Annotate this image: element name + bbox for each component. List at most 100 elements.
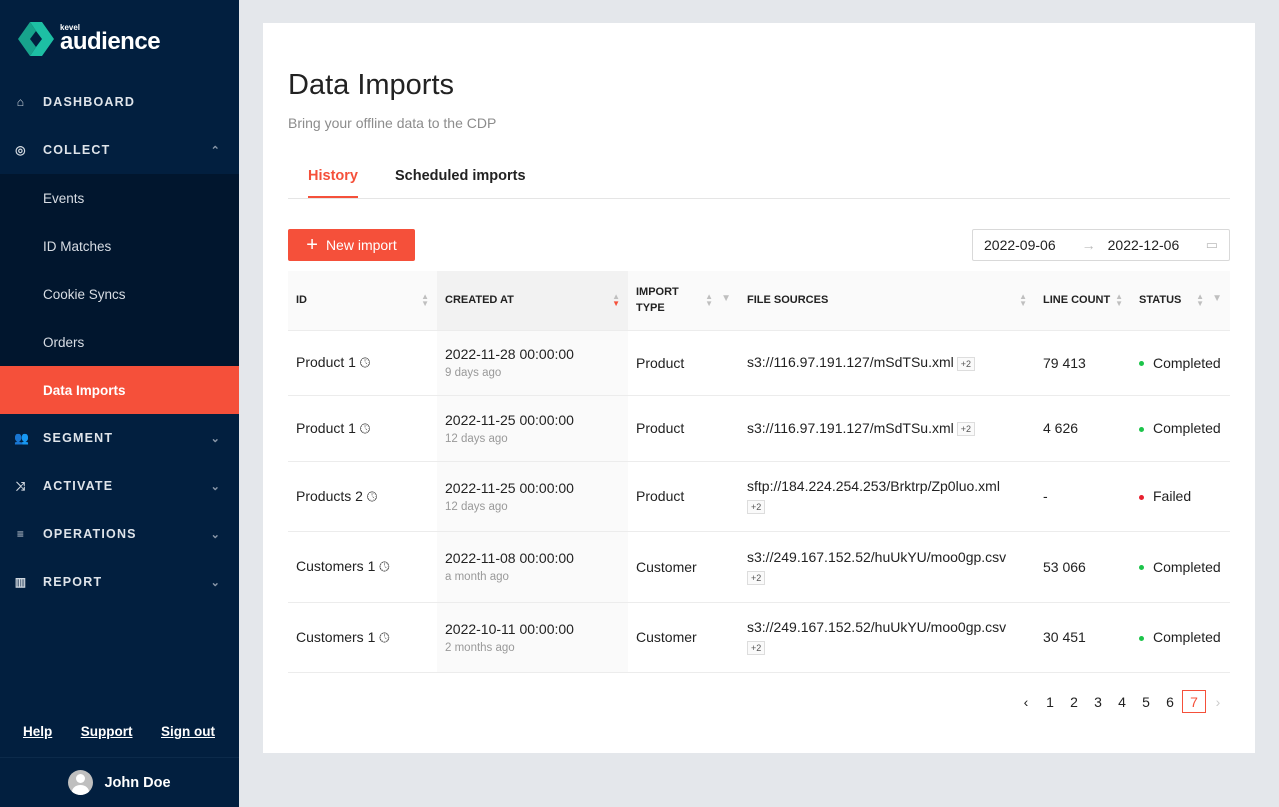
table-row[interactable]: Product 1 🕓︎ 2022-11-25 00:00:00 12 days …: [288, 395, 1230, 462]
sidebar: kevel audience ⌂ DASHBOARD ◎ COLLECT ⌃ Events I…: [0, 0, 239, 807]
cell-created-at: 2022-11-08 00:00:00 a month ago: [437, 531, 628, 603]
cell-status: Completed: [1131, 602, 1230, 673]
nav-label: ACTIVATE: [43, 479, 114, 493]
status-label: Completed: [1153, 354, 1221, 371]
user-profile[interactable]: John Doe: [0, 757, 239, 807]
clock-icon[interactable]: 🕓︎: [367, 489, 377, 504]
sort-icon[interactable]: ▲ ▼: [705, 293, 713, 308]
table-row[interactable]: Products 2 🕓︎ 2022-11-25 00:00:00 12 days…: [288, 461, 1230, 532]
page-5[interactable]: 5: [1134, 690, 1158, 713]
more-sources-badge[interactable]: +2: [956, 422, 976, 437]
tabs: History Scheduled imports: [288, 158, 1230, 199]
date-range-picker[interactable]: 2022-09-06 → 2022-12-06 ▭: [972, 229, 1230, 261]
header-label: FILE SOURCES: [747, 294, 829, 307]
nav-item-dashboard[interactable]: ⌂ DASHBOARD: [0, 78, 239, 126]
cell-id: Products 2 🕓︎: [288, 461, 437, 532]
cell-status: Completed: [1131, 531, 1230, 603]
prev-page-icon[interactable]: ‹: [1014, 690, 1038, 713]
cell-status: Completed: [1131, 330, 1230, 396]
nav-label: COLLECT: [43, 143, 111, 157]
cell-id: Product 1 🕓︎: [288, 330, 437, 396]
tab-scheduled-imports[interactable]: Scheduled imports: [395, 168, 526, 184]
import-id: Products 2: [296, 487, 363, 504]
sidebar-item-events[interactable]: Events: [0, 174, 239, 222]
column-import-type[interactable]: IMPORT TYPE ▲ ▼ ▼: [628, 271, 739, 331]
sidebar-item-data-imports[interactable]: Data Imports: [0, 366, 239, 414]
kevel-logo-icon: [18, 22, 54, 56]
column-id[interactable]: ID ▲ ▼: [288, 271, 437, 331]
help-link[interactable]: Help: [23, 724, 52, 739]
table-row[interactable]: Customers 1 🕓︎ 2022-11-08 00:00:00 a mont…: [288, 531, 1230, 603]
sidebar-item-orders[interactable]: Orders: [0, 318, 239, 366]
created-relative: a month ago: [445, 571, 509, 583]
home-icon: ⌂: [16, 95, 26, 109]
page-4[interactable]: 4: [1110, 690, 1134, 713]
cell-created-at: 2022-10-11 00:00:00 2 months ago: [437, 602, 628, 673]
nav-item-operations[interactable]: ≡ OPERATIONS ⌄: [0, 510, 239, 558]
next-page-icon[interactable]: ›: [1206, 690, 1230, 713]
cell-created-at: 2022-11-25 00:00:00 12 days ago: [437, 395, 628, 462]
more-sources-badge[interactable]: +2: [747, 570, 766, 585]
page-6[interactable]: 6: [1158, 690, 1182, 713]
users-icon: 👥: [14, 431, 31, 445]
nav-item-activate[interactable]: ⤨ ACTIVATE ⌄: [0, 462, 239, 510]
filter-icon[interactable]: ▼: [1212, 294, 1222, 304]
page-7[interactable]: 7: [1182, 690, 1206, 713]
status-label: Completed: [1153, 558, 1221, 575]
column-file-sources[interactable]: FILE SOURCES ▲ ▼: [739, 271, 1035, 331]
date-from[interactable]: 2022-09-06: [984, 237, 1056, 253]
clock-icon[interactable]: 🕓︎: [360, 421, 370, 436]
arrow-right-icon: →: [1081, 237, 1096, 253]
nav-item-report[interactable]: ▥ REPORT ⌄: [0, 558, 239, 606]
sidebar-item-id-matches[interactable]: ID Matches: [0, 222, 239, 270]
sidebar-item-cookie-syncs[interactable]: Cookie Syncs: [0, 270, 239, 318]
cell-import-type: Product: [628, 395, 739, 462]
status-dot: [1139, 361, 1144, 367]
date-to[interactable]: 2022-12-06: [1108, 237, 1180, 253]
more-sources-badge[interactable]: +2: [747, 500, 766, 514]
status-dot: [1139, 494, 1144, 500]
import-id: Product 1: [296, 354, 356, 370]
created-relative: 12 days ago: [445, 500, 508, 513]
page-3[interactable]: 3: [1086, 690, 1110, 713]
sort-icon[interactable]: ▲ ▼: [1115, 293, 1123, 308]
support-link[interactable]: Support: [81, 724, 133, 739]
new-import-button[interactable]: + New import: [288, 229, 415, 261]
header-label: LINE COUNT: [1043, 294, 1111, 307]
shuffle-icon: ⤨: [15, 478, 27, 493]
plus-icon: +: [306, 234, 318, 256]
nav-item-segment[interactable]: 👥 SEGMENT ⌄: [0, 414, 239, 462]
filter-icon[interactable]: ▼: [721, 294, 731, 304]
clock-icon[interactable]: 🕓︎: [379, 559, 389, 574]
sign-out-link[interactable]: Sign out: [161, 724, 215, 739]
new-import-label: New import: [325, 237, 397, 253]
table-row[interactable]: Customers 1 🕓︎ 2022-10-11 00:00:00 2 mont…: [288, 602, 1230, 673]
header-label: STATUS: [1139, 294, 1182, 307]
column-line-count[interactable]: LINE COUNT ▲ ▼: [1035, 271, 1131, 331]
cell-import-type: Customer: [628, 531, 739, 603]
cell-file-sources: s3://249.167.152.52/huUkYU/moo0gp.csv +2: [739, 602, 1035, 673]
tab-history[interactable]: History: [308, 168, 358, 198]
column-status[interactable]: STATUS ▲ ▼ ▼: [1131, 271, 1230, 331]
clock-icon[interactable]: 🕓︎: [360, 355, 370, 370]
column-created-at[interactable]: CREATED AT ▲ ▼: [437, 271, 628, 331]
cell-status: Failed: [1131, 461, 1230, 532]
more-sources-badge[interactable]: +2: [747, 641, 766, 655]
file-source: s3://116.97.191.127/mSdTSu.xml: [747, 419, 954, 436]
sort-icon[interactable]: ▲ ▼: [1196, 293, 1204, 308]
cell-file-sources: sftp://184.224.254.253/Brktrp/Zp0luo.xml…: [739, 461, 1035, 532]
table-row[interactable]: Product 1 🕓︎ 2022-11-28 00:00:00 9 days a…: [288, 330, 1230, 396]
nav-item-collect[interactable]: ◎ COLLECT ⌃: [0, 126, 239, 174]
more-sources-badge[interactable]: +2: [956, 356, 976, 371]
page-2[interactable]: 2: [1062, 690, 1086, 713]
clock-icon[interactable]: 🕓︎: [379, 630, 389, 645]
status-dot: [1139, 565, 1144, 571]
page-1[interactable]: 1: [1038, 690, 1062, 713]
sort-icon[interactable]: ▲ ▼: [421, 293, 429, 308]
cell-status: Completed: [1131, 395, 1230, 462]
cell-line-count: 79 413: [1035, 330, 1131, 396]
sort-icon[interactable]: ▲ ▼: [1019, 293, 1027, 308]
file-source: s3://116.97.191.127/mSdTSu.xml: [747, 354, 954, 371]
sort-icon[interactable]: ▲ ▼: [612, 293, 620, 308]
logo[interactable]: kevel audience: [18, 22, 161, 56]
